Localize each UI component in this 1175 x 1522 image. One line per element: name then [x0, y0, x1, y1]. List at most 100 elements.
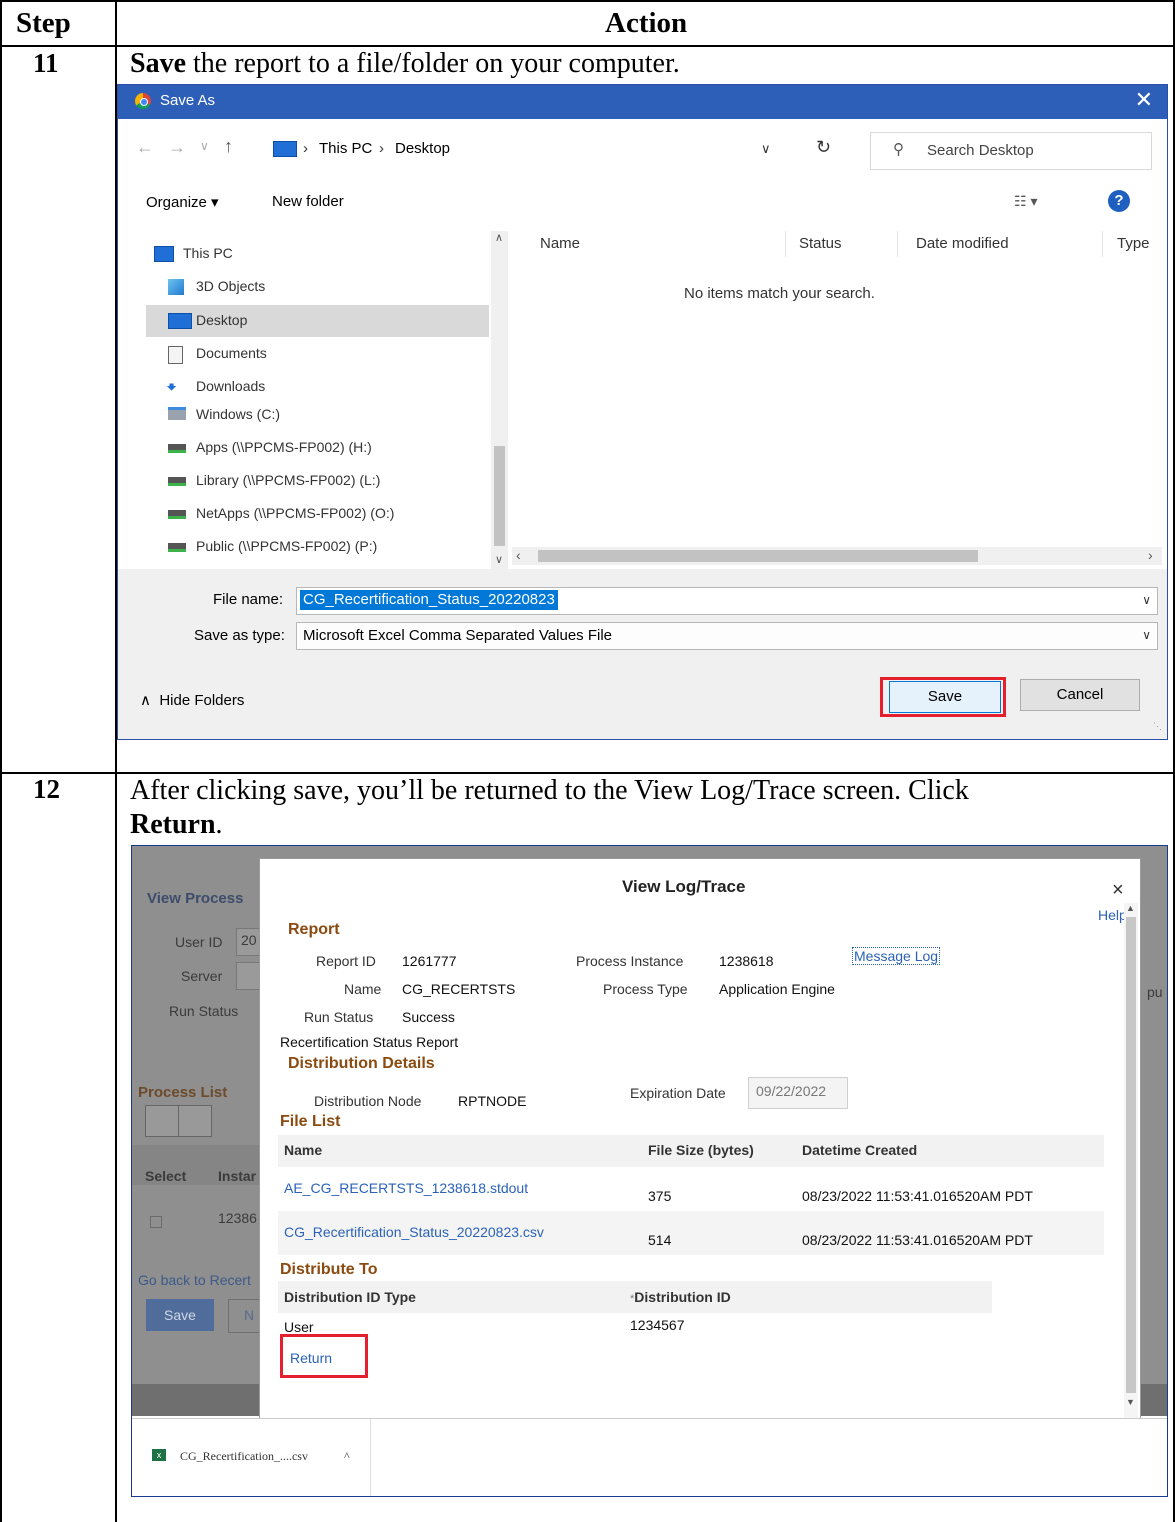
network-drive-icon	[168, 510, 186, 519]
name-value: CG_RECERTSTS	[402, 981, 516, 997]
bg-user-id-label: User ID	[175, 934, 223, 950]
nav-item-documents[interactable]: Documents	[146, 338, 489, 370]
search-icon	[178, 1105, 212, 1137]
chevron-down-icon[interactable]: ∨	[761, 141, 771, 157]
nav-item-library-l[interactable]: Library (\\PPCMS-FP002) (L:)	[146, 465, 489, 497]
breadcrumb-this-pc[interactable]: This PC	[319, 140, 372, 157]
run-status-label: Run Status	[304, 1009, 374, 1025]
header-step: Step	[16, 7, 71, 39]
bg-instance-value: 12386	[218, 1210, 257, 1226]
bg-server-label: Server	[181, 968, 223, 984]
chrome-icon	[135, 93, 151, 109]
download-file-name: CG_Recertification_....csv	[180, 1449, 308, 1463]
column-status[interactable]: Status	[799, 235, 842, 252]
download-item[interactable]: x CG_Recertification_....csv ^	[132, 1419, 371, 1496]
cancel-button[interactable]: Cancel	[1020, 679, 1140, 711]
highlight-box	[280, 1334, 368, 1378]
nav-scrollbar[interactable]: ∧ ∨	[491, 231, 508, 569]
process-type-label: Process Type	[603, 981, 688, 997]
desktop-icon	[168, 313, 192, 329]
nav-item-windows-c[interactable]: Windows (C:)	[146, 399, 489, 431]
column-datetime-created: Datetime Created	[802, 1142, 918, 1158]
nav-item-netapps-o[interactable]: NetApps (\\PPCMS-FP002) (O:)	[146, 498, 489, 530]
resize-grip-icon: ⋱	[1153, 721, 1162, 731]
help-icon[interactable]: ?	[1108, 190, 1130, 212]
help-link[interactable]: Help	[1098, 907, 1127, 923]
refresh-icon[interactable]: ↻	[816, 137, 831, 158]
view-options-icon[interactable]: ☷ ▾	[1014, 193, 1037, 210]
bg-user-id-value: 20	[241, 932, 257, 948]
chevron-down-icon[interactable]: ∨	[1142, 628, 1151, 642]
distribute-to-section: Distribute To	[280, 1261, 378, 1278]
close-icon[interactable]: ×	[1112, 879, 1124, 902]
network-drive-icon	[168, 543, 186, 552]
report-description: Recertification Status Report	[280, 1034, 459, 1050]
column-type[interactable]: Type	[1117, 235, 1150, 252]
scroll-up-icon[interactable]: ∧	[495, 231, 503, 244]
forward-arrow-icon[interactable]: →	[168, 137, 186, 158]
recent-chevron-icon[interactable]: ∨	[200, 139, 209, 153]
breadcrumb-desktop[interactable]: Desktop	[395, 140, 450, 157]
nav-item-this-pc[interactable]: This PC	[146, 238, 489, 270]
chevron-up-icon[interactable]: ^	[344, 1449, 350, 1464]
scroll-left-icon[interactable]: ‹	[516, 547, 521, 563]
nav-item-3d-objects[interactable]: 3D Objects	[146, 271, 489, 303]
save-type-select[interactable]: Microsoft Excel Comma Separated Values F…	[296, 622, 1158, 650]
hscroll-thumb[interactable]	[538, 550, 978, 562]
save-as-dialog: Save As ✕ ← → ∨ ↑ › This PC › Desktop ∨ …	[117, 84, 1168, 740]
step-11-text: Save the report to a file/folder on your…	[130, 48, 680, 79]
horizontal-scrollbar[interactable]: ‹ ›	[512, 547, 1162, 565]
title-bar: Save As ✕	[118, 85, 1167, 119]
step-number: 12	[33, 774, 60, 804]
scroll-thumb[interactable]	[1126, 917, 1136, 1393]
scroll-down-icon[interactable]: ▼	[1126, 1397, 1135, 1407]
column-name[interactable]: Name	[540, 235, 580, 252]
file-name-label: File name:	[213, 591, 284, 608]
expiration-date-label: Expiration Date	[630, 1085, 726, 1101]
close-icon[interactable]: ✕	[1135, 87, 1153, 113]
file-size: 514	[648, 1232, 672, 1248]
scroll-thumb[interactable]	[494, 446, 505, 546]
new-folder-button[interactable]: New folder	[272, 193, 344, 210]
view-log-modal: View Log/Trace × Help Report Report ID 1…	[259, 858, 1141, 1422]
chevron-up-icon: ∧	[140, 692, 151, 709]
scroll-up-icon[interactable]: ▲	[1126, 903, 1135, 913]
back-arrow-icon[interactable]: ←	[136, 137, 154, 158]
toolbar: Organize ▾ New folder ☷ ▾ ?	[118, 185, 1167, 219]
scroll-down-icon[interactable]: ∨	[495, 553, 503, 566]
file-link[interactable]: CG_Recertification_Status_20220823.csv	[284, 1224, 544, 1240]
table-row: AE_CG_RECERTSTS_1238618.stdout 375 08/23…	[278, 1167, 1104, 1211]
organize-button[interactable]: Organize ▾	[146, 193, 219, 211]
file-name-input[interactable]: CG_Recertification_Status_20220823 ∨	[296, 587, 1158, 615]
chevron-down-icon[interactable]: ∨	[1142, 593, 1151, 607]
address-bar[interactable]: › This PC › Desktop ∨ ↻	[261, 133, 841, 165]
report-id-value: 1261777	[402, 953, 457, 969]
column-date-modified[interactable]: Date modified	[916, 235, 1009, 252]
nav-item-apps-h[interactable]: Apps (\\PPCMS-FP002) (H:)	[146, 432, 489, 464]
table-row: CG_Recertification_Status_20220823.csv 5…	[278, 1211, 1104, 1255]
file-link[interactable]: AE_CG_RECERTSTS_1238618.stdout	[284, 1180, 528, 1196]
modal-scrollbar[interactable]: ▲ ▼	[1124, 903, 1138, 1419]
save-type-label: Save as type:	[194, 627, 285, 644]
dialog-title: Save As	[160, 92, 216, 109]
search-icon: ⚲	[893, 141, 904, 158]
bg-go-back-link: Go back to Recert	[138, 1272, 251, 1288]
step-number: 11	[33, 48, 59, 78]
column-name: Name	[284, 1142, 323, 1158]
file-created: 08/23/2022 11:53:41.016520AM PDT	[802, 1232, 1033, 1248]
nav-item-desktop[interactable]: Desktop	[146, 305, 489, 337]
file-list-pane: Name Status Date modified Type No items …	[512, 231, 1162, 571]
bg-process-list: Process List	[138, 1084, 228, 1101]
up-arrow-icon[interactable]: ↑	[224, 136, 233, 157]
bg-n-button: N	[244, 1307, 255, 1323]
message-log-link[interactable]: Message Log	[852, 947, 941, 965]
distribution-node-label: Distribution Node	[314, 1093, 422, 1109]
report-id-label: Report ID	[316, 953, 376, 969]
empty-message: No items match your search.	[684, 285, 875, 302]
run-status-value: Success	[402, 1009, 455, 1025]
bg-edge-text: pu	[1147, 984, 1163, 1000]
scroll-right-icon[interactable]: ›	[1148, 547, 1153, 563]
search-input[interactable]: ⚲ Search Desktop	[870, 132, 1152, 170]
nav-item-public-p[interactable]: Public (\\PPCMS-FP002) (P:)	[146, 531, 489, 563]
hide-folders-button[interactable]: ∧ Hide Folders	[140, 691, 244, 709]
